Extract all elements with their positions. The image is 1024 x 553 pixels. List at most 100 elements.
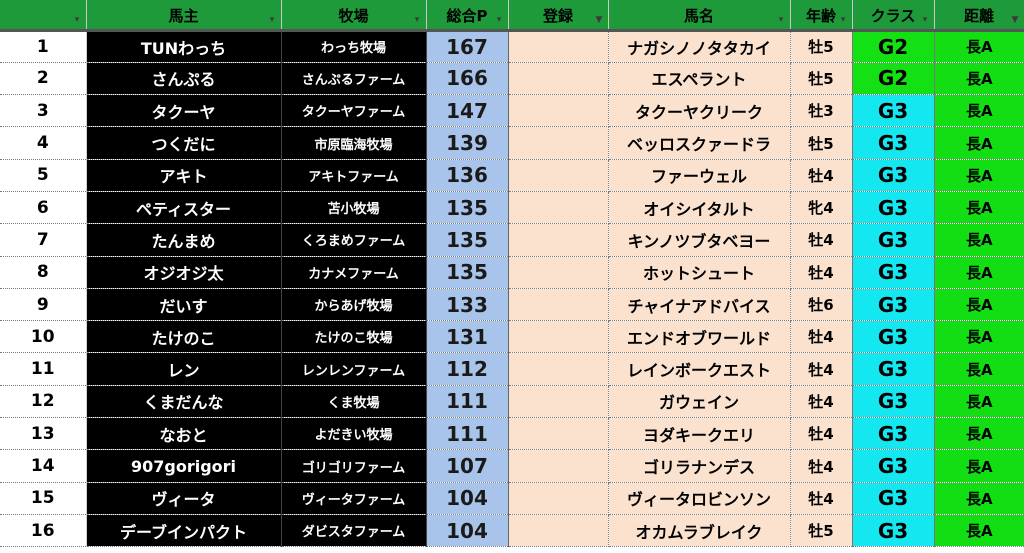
horse-name-cell[interactable]: ホットシュート [608, 256, 791, 289]
distance-cell[interactable]: 長A [934, 191, 1024, 225]
age-cell[interactable]: 牡4 [790, 449, 853, 483]
farm-cell[interactable]: ヴィータファーム [281, 482, 427, 515]
distance-cell[interactable]: 長A [934, 288, 1024, 322]
distance-cell[interactable]: 長A [934, 159, 1024, 192]
class-cell[interactable]: G3 [852, 191, 935, 225]
age-cell[interactable]: 牡6 [790, 288, 853, 322]
horse-name-cell[interactable]: オイシイタルト [608, 191, 791, 225]
owner-cell[interactable]: アキト [86, 159, 282, 192]
registered-cell[interactable] [508, 385, 609, 419]
row-index[interactable]: 15 [0, 482, 87, 515]
owner-cell[interactable]: なおと [86, 417, 282, 451]
header-horse[interactable]: 馬名 ▾ [608, 0, 791, 32]
horse-name-cell[interactable]: エスペラント [608, 62, 791, 96]
class-cell[interactable]: G3 [852, 256, 935, 289]
age-cell[interactable]: 牡4 [790, 482, 853, 515]
farm-cell[interactable]: くろまめファーム [281, 223, 427, 257]
points-cell[interactable]: 166 [426, 62, 509, 96]
header-points[interactable]: 総合P ▾ [426, 0, 509, 32]
owner-cell[interactable]: タクーヤ [86, 94, 282, 128]
class-cell[interactable]: G3 [852, 94, 935, 128]
farm-cell[interactable]: たけのこ牧場 [281, 320, 427, 354]
owner-cell[interactable]: ペティスター [86, 191, 282, 225]
distance-cell[interactable]: 長A [934, 126, 1024, 160]
horse-name-cell[interactable]: タクーヤクリーク [608, 94, 791, 128]
class-cell[interactable]: G3 [852, 223, 935, 257]
registered-cell[interactable] [508, 320, 609, 354]
points-cell[interactable]: 135 [426, 256, 509, 289]
distance-cell[interactable]: 長A [934, 352, 1024, 386]
points-cell[interactable]: 147 [426, 94, 509, 128]
horse-name-cell[interactable]: チャイナアドバイス [608, 288, 791, 322]
horse-name-cell[interactable]: レインボークエスト [608, 352, 791, 386]
farm-cell[interactable]: タクーヤファーム [281, 94, 427, 128]
filter-dropdown-icon[interactable]: ▾ [493, 14, 506, 26]
owner-cell[interactable]: たんまめ [86, 223, 282, 257]
class-cell[interactable]: G3 [852, 449, 935, 483]
farm-cell[interactable]: ダビスタファーム [281, 514, 427, 548]
distance-cell[interactable]: 長A [934, 482, 1024, 515]
points-cell[interactable]: 131 [426, 320, 509, 354]
row-index[interactable]: 12 [0, 385, 87, 419]
class-cell[interactable]: G3 [852, 159, 935, 192]
header-registered[interactable]: 登録 ▼ [508, 0, 609, 32]
age-cell[interactable]: 牡5 [790, 62, 853, 96]
age-cell[interactable]: 牡4 [790, 385, 853, 419]
registered-cell[interactable] [508, 514, 609, 548]
row-index[interactable]: 9 [0, 288, 87, 322]
owner-cell[interactable]: オジオジ太 [86, 256, 282, 289]
farm-cell[interactable]: わっち牧場 [281, 30, 427, 63]
owner-cell[interactable]: 907gorigori [86, 449, 282, 483]
age-cell[interactable]: 牡4 [790, 223, 853, 257]
filter-dropdown-icon[interactable]: ▾ [837, 14, 850, 26]
horse-name-cell[interactable]: ファーウェル [608, 159, 791, 192]
farm-cell[interactable]: レンレンファーム [281, 352, 427, 386]
registered-cell[interactable] [508, 223, 609, 257]
registered-cell[interactable] [508, 256, 609, 289]
filter-dropdown-icon[interactable]: ▾ [919, 14, 932, 26]
points-cell[interactable]: 135 [426, 191, 509, 225]
registered-cell[interactable] [508, 288, 609, 322]
points-cell[interactable]: 111 [426, 417, 509, 451]
farm-cell[interactable]: 市原臨海牧場 [281, 126, 427, 160]
class-cell[interactable]: G3 [852, 514, 935, 548]
registered-cell[interactable] [508, 30, 609, 63]
header-age[interactable]: 年齢 ▾ [790, 0, 853, 32]
horse-name-cell[interactable]: ベッロスクァードラ [608, 126, 791, 160]
class-cell[interactable]: G3 [852, 385, 935, 419]
owner-cell[interactable]: つくだに [86, 126, 282, 160]
points-cell[interactable]: 135 [426, 223, 509, 257]
owner-cell[interactable]: くまだんな [86, 385, 282, 419]
horse-name-cell[interactable]: ヴィータロビンソン [608, 482, 791, 515]
registered-cell[interactable] [508, 62, 609, 96]
farm-cell[interactable]: からあげ牧場 [281, 288, 427, 322]
age-cell[interactable]: 牡5 [790, 126, 853, 160]
row-index[interactable]: 1 [0, 30, 87, 63]
row-index[interactable]: 11 [0, 352, 87, 386]
registered-cell[interactable] [508, 94, 609, 128]
row-index[interactable]: 2 [0, 62, 87, 96]
class-cell[interactable]: G3 [852, 482, 935, 515]
age-cell[interactable]: 牡4 [790, 417, 853, 451]
row-index[interactable]: 4 [0, 126, 87, 160]
row-index[interactable]: 13 [0, 417, 87, 451]
distance-cell[interactable]: 長A [934, 449, 1024, 483]
horse-name-cell[interactable]: ヨダキークエリ [608, 417, 791, 451]
header-owner[interactable]: 馬主 ▾ [86, 0, 282, 32]
owner-cell[interactable]: レン [86, 352, 282, 386]
registered-cell[interactable] [508, 482, 609, 515]
row-index[interactable]: 5 [0, 159, 87, 192]
age-cell[interactable]: 牡4 [790, 320, 853, 354]
filter-dropdown-icon[interactable]: ▾ [71, 14, 84, 26]
owner-cell[interactable]: TUNわっち [86, 30, 282, 63]
horse-name-cell[interactable]: キンノツブタベヨー [608, 223, 791, 257]
points-cell[interactable]: 112 [426, 352, 509, 386]
row-index[interactable]: 16 [0, 514, 87, 548]
horse-name-cell[interactable]: ゴリラナンデス [608, 449, 791, 483]
points-cell[interactable]: 111 [426, 385, 509, 419]
registered-cell[interactable] [508, 352, 609, 386]
row-index[interactable]: 7 [0, 223, 87, 257]
farm-cell[interactable]: 苫小牧場 [281, 191, 427, 225]
distance-cell[interactable]: 長A [934, 30, 1024, 63]
points-cell[interactable]: 136 [426, 159, 509, 192]
